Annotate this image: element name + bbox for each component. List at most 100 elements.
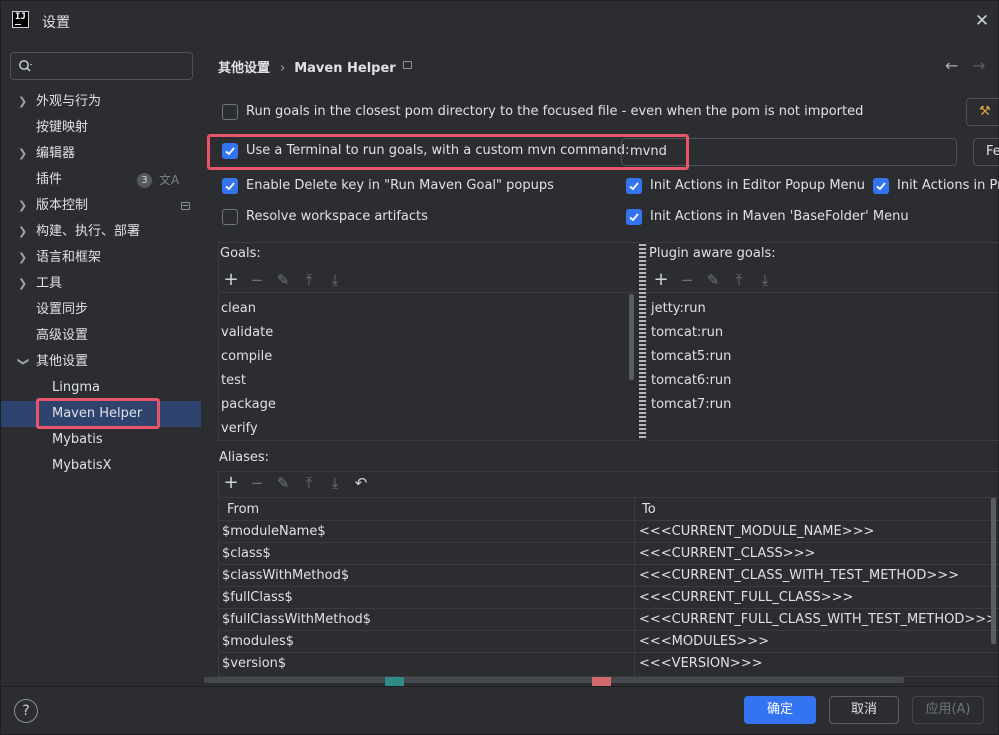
maven-icon-button[interactable]: ⚒ xyxy=(966,98,999,126)
resolve-workspace-checkbox[interactable] xyxy=(222,209,238,225)
closest-pom-checkbox[interactable] xyxy=(222,104,238,120)
alias-from-cell: $classWithMethod$ xyxy=(222,568,350,583)
alias-to-cell: <<<MODULES>>> xyxy=(639,634,770,649)
edit-icon[interactable]: ✎ xyxy=(273,472,293,494)
delete-key-label: Enable Delete key in "Run Maven Goal" po… xyxy=(246,178,554,193)
from-column-header[interactable]: From xyxy=(227,502,259,517)
chevron-right-icon[interactable]: ❯ xyxy=(18,245,28,271)
plugin-goal-item[interactable]: tomcat6:run xyxy=(651,373,731,388)
plugin-goal-item[interactable]: tomcat:run xyxy=(651,325,723,340)
sidebar-item-tools[interactable]: ❯ 工具 xyxy=(1,271,201,297)
chevron-right-icon[interactable]: ❯ xyxy=(18,193,28,219)
close-icon[interactable]: ✕ xyxy=(972,11,992,31)
sidebar-item-appearance[interactable]: ❯ 外观与行为 xyxy=(1,89,201,115)
sidebar-item-maven-helper[interactable]: Maven Helper xyxy=(1,401,201,427)
reset-icon[interactable]: ↶ xyxy=(351,472,371,494)
move-down-icon[interactable]: ⤓ xyxy=(325,269,345,291)
sidebar-item-lingma[interactable]: Lingma xyxy=(1,375,201,401)
alias-to-cell: <<<CURRENT_FULL_CLASS>>> xyxy=(639,590,854,605)
table-row[interactable]: $fullClass$ <<<CURRENT_FULL_CLASS>>> xyxy=(219,587,999,609)
edit-icon[interactable]: ✎ xyxy=(273,269,293,291)
fe-button[interactable]: Fe xyxy=(973,138,999,166)
delete-key-checkbox[interactable] xyxy=(222,178,238,194)
project-scope-icon xyxy=(181,202,190,210)
chevron-right-icon[interactable]: ❯ xyxy=(18,141,28,167)
table-row[interactable]: $classWithMethod$ <<<CURRENT_CLASS_WITH_… xyxy=(219,565,999,587)
goal-item[interactable]: compile xyxy=(221,349,272,364)
breadcrumb: 其他设置 › Maven Helper xyxy=(218,57,396,76)
mvn-command-input[interactable]: mvnd xyxy=(621,138,957,166)
add-icon[interactable]: + xyxy=(651,269,671,291)
init-editor-checkbox[interactable] xyxy=(626,178,642,194)
sidebar-item-label: 插件 xyxy=(36,172,63,187)
cancel-button[interactable]: 取消 xyxy=(829,696,899,724)
color-swatch-teal[interactable] xyxy=(385,677,404,686)
help-icon[interactable]: ? xyxy=(14,699,38,723)
forward-arrow-icon[interactable]: → xyxy=(972,56,985,75)
sidebar-item-settings-sync[interactable]: 设置同步 xyxy=(1,297,201,323)
sidebar-item-version-control[interactable]: ❯ 版本控制 xyxy=(1,193,201,219)
sidebar-item-languages[interactable]: ❯ 语言和框架 xyxy=(1,245,201,271)
init-project-checkbox[interactable] xyxy=(873,178,889,194)
sidebar-item-label: 设置同步 xyxy=(36,302,89,317)
init-basefolder-checkbox[interactable] xyxy=(626,209,642,225)
sidebar-item-label: Lingma xyxy=(52,380,100,395)
add-icon[interactable]: + xyxy=(221,269,241,291)
goal-item[interactable]: validate xyxy=(221,325,273,340)
alias-to-cell: <<<CURRENT_FULL_CLASS_WITH_TEST_METHOD>>… xyxy=(639,612,998,627)
move-down-icon[interactable]: ⤓ xyxy=(325,472,345,494)
apply-button[interactable]: 应用(A) xyxy=(912,696,984,724)
remove-icon[interactable]: − xyxy=(247,269,267,291)
aliases-title: Aliases: xyxy=(219,450,270,465)
search-icon xyxy=(19,60,32,72)
table-row[interactable]: $moduleName$ <<<CURRENT_MODULE_NAME>>> xyxy=(219,521,999,543)
goal-item[interactable]: clean xyxy=(221,301,256,316)
goal-item[interactable]: verify xyxy=(221,421,258,436)
remove-icon[interactable]: − xyxy=(247,472,267,494)
back-arrow-icon[interactable]: ← xyxy=(945,56,958,75)
chevron-right-icon[interactable]: ❯ xyxy=(18,271,28,297)
plugin-goals-toolbar: + − ✎ ⤒ ⤓ xyxy=(651,269,991,293)
goal-item[interactable]: test xyxy=(221,373,246,388)
sidebar-item-editor[interactable]: ❯ 编辑器 xyxy=(1,141,201,167)
move-up-icon[interactable]: ⤒ xyxy=(299,472,319,494)
sidebar-item-label: 外观与行为 xyxy=(36,94,102,109)
goal-item[interactable]: package xyxy=(221,397,276,412)
move-up-icon[interactable]: ⤒ xyxy=(729,269,749,291)
move-down-icon[interactable]: ⤓ xyxy=(755,269,775,291)
search-input[interactable] xyxy=(10,52,193,80)
remove-icon[interactable]: − xyxy=(677,269,697,291)
sidebar-item-plugins[interactable]: 插件 3 文A xyxy=(1,167,201,193)
sidebar-item-keymap[interactable]: 按键映射 xyxy=(1,115,201,141)
use-terminal-checkbox[interactable] xyxy=(222,143,238,159)
breadcrumb-parent[interactable]: 其他设置 xyxy=(218,61,270,76)
color-swatch-red[interactable] xyxy=(592,677,611,686)
sidebar-item-other-settings[interactable]: ❯ 其他设置 xyxy=(1,349,201,375)
sidebar-item-advanced[interactable]: 高级设置 xyxy=(1,323,201,349)
ok-button[interactable]: 确定 xyxy=(744,696,816,724)
plugin-goal-item[interactable]: jetty:run xyxy=(651,301,706,316)
aliases-scrollbar[interactable] xyxy=(991,498,996,644)
table-row[interactable]: $modules$ <<<MODULES>>> xyxy=(219,631,999,653)
chevron-right-icon[interactable]: ❯ xyxy=(18,219,28,245)
horizontal-scrollbar[interactable] xyxy=(204,677,904,683)
plugin-goal-item[interactable]: tomcat5:run xyxy=(651,349,731,364)
table-row[interactable]: $version$ <<<VERSION>>> xyxy=(219,653,999,675)
sidebar-item-label: 其他设置 xyxy=(36,354,89,369)
to-column-header[interactable]: To xyxy=(642,502,656,517)
sidebar-item-mybatisx[interactable]: MybatisX xyxy=(1,453,201,479)
move-up-icon[interactable]: ⤒ xyxy=(299,269,319,291)
window-title: 设置 xyxy=(42,15,70,31)
edit-icon[interactable]: ✎ xyxy=(703,269,723,291)
chevron-right-icon[interactable]: ❯ xyxy=(18,89,28,115)
init-project-label: Init Actions in Pr xyxy=(897,178,999,193)
sidebar-item-build[interactable]: ❯ 构建、执行、部署 xyxy=(1,219,201,245)
goals-scrollbar[interactable] xyxy=(629,294,634,380)
plugin-goal-item[interactable]: tomcat7:run xyxy=(651,397,731,412)
chevron-down-icon[interactable]: ❯ xyxy=(10,357,36,367)
panel-splitter[interactable] xyxy=(639,244,646,440)
add-icon[interactable]: + xyxy=(221,472,241,494)
sidebar-item-mybatis[interactable]: Mybatis xyxy=(1,427,201,453)
table-row[interactable]: $fullClassWithMethod$ <<<CURRENT_FULL_CL… xyxy=(219,609,999,631)
table-row[interactable]: $class$ <<<CURRENT_CLASS>>> xyxy=(219,543,999,565)
